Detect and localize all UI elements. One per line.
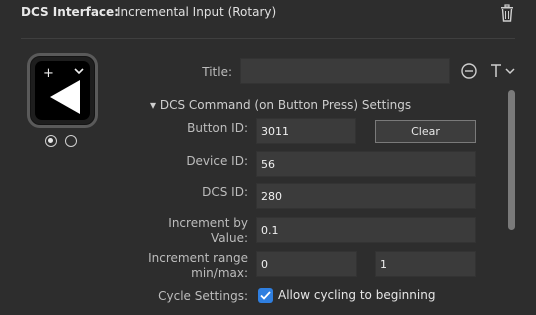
increment-label-line1: Increment by <box>168 216 248 230</box>
trash-icon[interactable] <box>499 4 515 22</box>
title-align-icon[interactable] <box>458 63 480 83</box>
chevron-down-icon[interactable] <box>74 66 84 77</box>
increment-max-input[interactable] <box>375 251 476 277</box>
button-id-input[interactable] <box>256 118 356 144</box>
key-state-2-radio[interactable] <box>65 135 77 147</box>
cycle-settings-label: Cycle Settings: <box>158 289 248 303</box>
dcs-id-label: DCS ID: <box>202 185 248 199</box>
plugin-label: DCS Interface: <box>21 5 119 19</box>
cycle-checkbox-label[interactable]: Allow cycling to beginning <box>278 288 435 302</box>
button-id-label: Button ID: <box>187 121 248 135</box>
cycle-checkbox[interactable] <box>258 288 273 303</box>
device-id-input[interactable] <box>256 151 476 177</box>
clear-button[interactable]: Clear <box>375 120 476 143</box>
title-label: Title: <box>202 65 232 79</box>
key-state-1-radio[interactable] <box>45 135 57 147</box>
scrollbar-thumb[interactable] <box>508 90 515 230</box>
increment-range-label-line2: min/max: <box>191 266 248 280</box>
increment-min-input[interactable] <box>256 251 357 277</box>
title-input[interactable] <box>240 58 450 84</box>
key-preview[interactable]: + <box>27 53 98 128</box>
header-bar: DCS Interface: Incremental Input (Rotary… <box>0 0 536 28</box>
increment-label: Increment by Value: <box>140 216 248 246</box>
increment-label-line2: Value: <box>211 231 248 245</box>
increment-range-label-line1: Increment range <box>148 251 248 265</box>
header-divider <box>21 38 515 39</box>
increment-input[interactable] <box>256 217 476 243</box>
increment-range-label: Increment range min/max: <box>140 251 248 281</box>
text-format-icon[interactable] <box>490 63 516 83</box>
triangle-down-icon: ▾ <box>150 98 157 112</box>
action-name: Incremental Input (Rotary) <box>117 5 277 19</box>
dcs-id-input[interactable] <box>256 183 476 209</box>
plus-icon[interactable]: + <box>43 67 54 80</box>
device-id-label: Device ID: <box>186 154 248 168</box>
key-preview-image: + <box>35 61 90 120</box>
play-left-icon <box>50 80 80 118</box>
section-title: DCS Command (on Button Press) Settings <box>159 98 412 112</box>
section-toggle[interactable]: ▾ DCS Command (on Button Press) Settings <box>150 98 411 112</box>
